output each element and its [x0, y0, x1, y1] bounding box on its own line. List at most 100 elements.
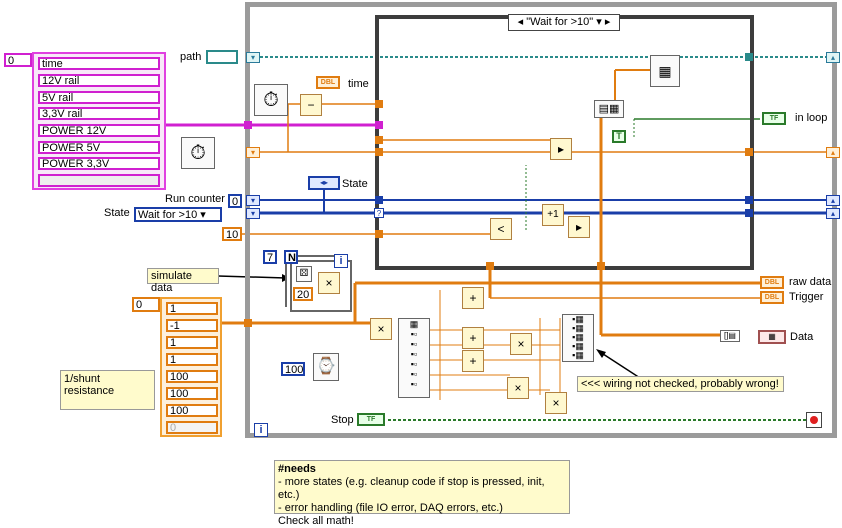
raw-data-indicator[interactable]: DBL: [760, 276, 784, 289]
stopwatch-shift-register: ▾: [246, 147, 260, 158]
array-element-empty[interactable]: 0: [166, 421, 218, 434]
twenty-constant[interactable]: 20: [293, 287, 313, 301]
state-shift-register: ▾: [246, 208, 260, 219]
stop-control[interactable]: TF: [357, 413, 385, 426]
case-next-arrow[interactable]: ▸: [605, 16, 611, 28]
cluster-item[interactable]: time: [38, 57, 160, 70]
multiply-node: ×: [510, 333, 532, 355]
array-element[interactable]: 1: [166, 336, 218, 349]
trigger-label: Trigger: [789, 291, 824, 303]
stop-button-dot: [810, 416, 818, 424]
path-terminal[interactable]: [206, 50, 238, 64]
true-constant[interactable]: T: [612, 130, 626, 143]
case-tunnel: [745, 209, 753, 217]
path-shift-register-out: ▴: [826, 52, 840, 63]
subtract-node: −: [300, 94, 322, 116]
case-selector[interactable]: ◂ "Wait for >10" ▾ ▸: [508, 14, 620, 31]
stop-button-icon[interactable]: [806, 412, 822, 428]
ten-constant[interactable]: 10: [222, 227, 242, 241]
case-tunnel: [486, 262, 494, 270]
cluster-item[interactable]: POWER 5V: [38, 141, 160, 154]
stopwatch-icon: ⏱: [254, 84, 288, 116]
less-than-node: <: [490, 218, 512, 240]
case-tunnel: [597, 262, 605, 270]
wait-ms-icon: ⌚: [313, 353, 339, 381]
case-tunnel: [375, 100, 383, 108]
state-constant[interactable]: Wait for >10 ▾: [134, 207, 222, 222]
loop-iteration-icon: i: [254, 423, 268, 437]
time-label: time: [348, 78, 369, 90]
bundle-icon: ▤▦: [594, 100, 624, 118]
cluster-tunnel: [244, 121, 252, 129]
cluster-index[interactable]: 0: [4, 53, 32, 67]
add-node: +: [462, 327, 484, 349]
unbundle-icon: ▦ ▪▫ ▪▫ ▪▫ ▪▫ ▪▫ ▪▫: [398, 318, 430, 398]
chevron-down-icon: ▾: [200, 209, 206, 221]
state-label-inner: State: [342, 178, 368, 190]
array-to-cluster-node: []▤: [720, 330, 740, 342]
cluster-item[interactable]: 3,3V rail: [38, 107, 160, 120]
state-constant-value: Wait for >10: [138, 209, 198, 221]
needs-line: - error handling (file IO error, DAQ err…: [278, 502, 503, 514]
case-tunnel: [745, 53, 753, 61]
loop-count-constant[interactable]: 7: [263, 250, 277, 264]
run-counter-shift-register-out: ▴: [826, 195, 840, 206]
case-selector-terminal: ?: [374, 208, 384, 218]
state-shift-register-out: ▴: [826, 208, 840, 219]
array-element[interactable]: 1: [166, 353, 218, 366]
run-counter-shift-register: ▾: [246, 195, 260, 206]
case-tunnel: [375, 136, 383, 144]
array-element[interactable]: 1: [166, 302, 218, 315]
multiply-node: ×: [545, 392, 567, 414]
case-prev-arrow[interactable]: ◂: [518, 16, 524, 28]
stopwatch-icon: ⏱: [181, 137, 215, 169]
in-loop-label: in loop: [795, 112, 828, 124]
cluster-item[interactable]: POWER 3,3V: [38, 157, 160, 170]
case-tunnel: [375, 196, 383, 204]
add-node: +: [462, 287, 484, 309]
build-array-icon: ▪▦ ▪▦ ▪▦ ▪▦ ▪▦: [562, 314, 594, 362]
run-counter-constant[interactable]: 0: [228, 194, 242, 208]
shunt-resistance-note: 1/shunt resistance: [60, 370, 155, 410]
case-tunnel: [745, 148, 753, 156]
loop-count-terminal: N: [284, 250, 298, 264]
case-tunnel: [745, 196, 753, 204]
select-node: ▸: [550, 138, 572, 160]
wiring-note: <<< wiring not checked, probably wrong!: [577, 376, 784, 392]
case-selector-value: "Wait for >10": [526, 16, 594, 28]
case-tunnel: [375, 148, 383, 156]
needs-line: - more states (e.g. cleanup code if stop…: [278, 476, 545, 501]
state-enum-terminal[interactable]: ◂▸: [308, 176, 340, 190]
cluster-item[interactable]: 12V rail: [38, 74, 160, 87]
in-loop-indicator[interactable]: TF: [762, 112, 786, 125]
loop-iteration-icon: i: [334, 254, 348, 268]
array-element[interactable]: 100: [166, 404, 218, 417]
multiply-node: ×: [370, 318, 392, 340]
time-indicator[interactable]: DBL: [316, 76, 340, 89]
array-element[interactable]: 100: [166, 387, 218, 400]
trigger-indicator[interactable]: DBL: [760, 291, 784, 304]
array-control: 1 -1 1 1 100 100 100 0: [160, 297, 222, 437]
case-tunnel: [375, 121, 383, 129]
write-file-icon: ▦: [650, 55, 680, 87]
array-element[interactable]: 100: [166, 370, 218, 383]
stop-label: Stop: [331, 414, 354, 426]
wait-ms-constant[interactable]: 100: [281, 362, 305, 376]
simulate-data-note: simulate data: [147, 268, 219, 294]
cluster-item[interactable]: 5V rail: [38, 91, 160, 104]
case-tunnel: [375, 230, 383, 238]
path-label: path: [180, 51, 202, 63]
select-node: ▸: [568, 216, 590, 238]
array-index[interactable]: 0: [132, 297, 160, 312]
multiply-node: ×: [318, 272, 340, 294]
random-number-icon: ⚄: [296, 266, 312, 282]
chevron-down-icon[interactable]: ▾: [596, 16, 602, 28]
cluster-control: time 12V rail 5V rail 3,3V rail POWER 12…: [32, 52, 166, 190]
data-indicator[interactable]: ▦: [758, 330, 786, 344]
raw-data-label: raw data: [789, 276, 832, 288]
cluster-item-empty[interactable]: [38, 174, 160, 187]
increment-node: +1: [542, 204, 564, 226]
cluster-item[interactable]: POWER 12V: [38, 124, 160, 137]
needs-note: #needs - more states (e.g. cleanup code …: [274, 460, 570, 527]
array-element[interactable]: -1: [166, 319, 218, 332]
